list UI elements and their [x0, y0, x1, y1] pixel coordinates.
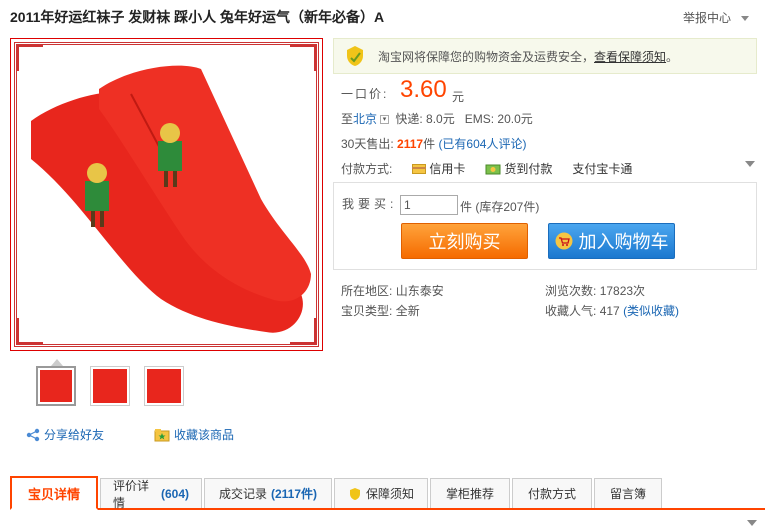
payment-option-alipay: 支付宝卡通 — [572, 160, 632, 177]
thumbnail-strip — [36, 366, 184, 406]
favorite-label: 收藏该商品 — [174, 428, 235, 442]
attr-label: 宝贝类型: — [341, 304, 393, 318]
price-label: 一口价: — [341, 87, 389, 101]
guarantee-tail: 。 — [666, 49, 679, 64]
payment-option-label: 货到付款 — [504, 162, 553, 176]
sold-unit: 件 — [423, 137, 436, 151]
thumbnail-2[interactable] — [90, 366, 130, 406]
buy-now-button[interactable]: 立刻购买 — [401, 223, 528, 259]
product-title: 2011年好运红袜子 发财袜 踩小人 兔年好运气（新年必备）A — [10, 9, 385, 25]
tab-label: 付款方式 — [527, 487, 576, 501]
tab-payment[interactable]: 付款方式 — [512, 478, 592, 508]
ems-fee: EMS: 20.0元 — [464, 112, 533, 126]
sock-thumb-image — [40, 370, 72, 402]
main-product-image[interactable] — [10, 38, 323, 351]
reviews-link[interactable]: (已有604人评论) — [438, 137, 526, 151]
report-label: 举报中心 — [682, 11, 731, 25]
tab-reviews[interactable]: 评价详情 (604) — [100, 478, 202, 510]
payment-option-cod: 货到付款 — [485, 160, 552, 177]
payment-option-credit: 信用卡 — [412, 160, 465, 177]
sock-thumb-image — [147, 369, 181, 403]
similar-fav-link[interactable]: (类似收藏) — [623, 304, 679, 318]
attr-value: 17823次 — [599, 284, 646, 298]
red-socks-image — [31, 65, 311, 333]
chevron-down-icon — [741, 16, 749, 22]
chevron-down-icon[interactable] — [747, 520, 757, 526]
price-value: 3.60 — [400, 76, 447, 103]
tab-label: 保障须知 — [365, 487, 414, 501]
region-attr: 所在地区: 山东泰安 — [341, 282, 444, 299]
folder-star-icon — [154, 428, 170, 441]
quantity-input[interactable] — [400, 195, 458, 215]
add-to-cart-button[interactable]: 加入购物车 — [548, 223, 675, 259]
chevron-down-icon[interactable] — [745, 161, 755, 167]
attr-label: 所在地区: — [341, 284, 393, 298]
tab-transactions[interactable]: 成交记录 (2117件) — [204, 478, 332, 508]
guarantee-text: 淘宝网将保障您的购物资金及运费安全， — [378, 49, 595, 64]
views-attr: 浏览次数: 17823次 — [545, 282, 645, 299]
guarantee-banner: 淘宝网将保障您的购物资金及运费安全，查看保障须知。 — [333, 38, 757, 74]
city-selector[interactable]: 北京 — [353, 112, 377, 126]
type-attr: 宝贝类型: 全新 — [341, 302, 420, 319]
sold-label: 30天售出: — [341, 137, 394, 151]
tab-item-details[interactable]: 宝贝详情 — [10, 476, 98, 510]
express-fee: 快递: 8.0元 — [395, 112, 455, 126]
credit-card-icon — [412, 163, 427, 174]
attr-value: 417 — [599, 304, 620, 318]
add-cart-label: 加入购物车 — [578, 232, 669, 252]
tab-label: 宝贝详情 — [27, 486, 80, 502]
guarantee-link[interactable]: 查看保障须知 — [594, 50, 666, 64]
payment-option-label: 支付宝卡通 — [572, 162, 633, 176]
attr-value: 山东泰安 — [395, 284, 444, 298]
share-link[interactable]: 分享给好友 — [26, 426, 104, 443]
fav-attr: 收藏人气: 417 (类似收藏) — [545, 302, 679, 319]
cod-icon — [485, 164, 501, 174]
favorite-link[interactable]: 收藏该商品 — [154, 426, 234, 443]
tab-label: 留言簿 — [609, 487, 646, 501]
city-dropdown-icon[interactable]: ▾ — [380, 115, 390, 125]
sold-row: 30天售出: 2117件 (已有604人评论) — [341, 135, 526, 152]
shield-hand-icon — [347, 46, 363, 66]
tab-count: (2117件) — [270, 487, 318, 501]
attr-value: 全新 — [395, 304, 420, 318]
thumbnail-1[interactable] — [36, 366, 76, 406]
payment-row: 付款方式: 信用卡 货到付款 支付宝卡通 — [341, 160, 646, 177]
tab-label: 掌柜推荐 — [445, 487, 494, 501]
shipping-row: 至北京 ▾ 快递: 8.0元 EMS: 20.0元 — [341, 110, 533, 127]
share-icon — [26, 428, 40, 441]
detail-tabs: 宝贝详情 评价详情 (604) 成交记录 (2117件) 保障须知 掌柜推荐 付款方… — [10, 476, 765, 510]
tab-recommend[interactable]: 掌柜推荐 — [430, 478, 510, 508]
ship-prefix: 至 — [341, 112, 354, 126]
report-center-menu[interactable]: 举报中心 — [683, 9, 749, 26]
tab-guarantee[interactable]: 保障须知 — [334, 478, 428, 508]
tab-count: (604) — [160, 486, 189, 501]
attr-label: 收藏人气: — [545, 304, 597, 318]
sock-thumb-image — [93, 369, 127, 403]
quantity-label: 我要买: — [342, 197, 398, 211]
tab-label: 评价详情 — [113, 478, 150, 510]
thumbnail-3[interactable] — [144, 366, 184, 406]
payment-option-label: 信用卡 — [429, 162, 466, 176]
stock-info: 件 (库存207件) — [460, 200, 540, 214]
share-label: 分享给好友 — [44, 428, 105, 442]
price-unit: 元 — [452, 90, 465, 104]
attr-label: 浏览次数: — [545, 284, 597, 298]
thumb-pointer — [51, 359, 63, 366]
payment-label: 付款方式: — [341, 162, 393, 176]
shield-icon — [349, 487, 360, 500]
tab-label: 成交记录 — [218, 487, 267, 501]
buy-box: 我要买: 件 (库存207件) 立刻购买 加入购物车 — [333, 182, 757, 270]
cart-icon — [555, 232, 572, 250]
sold-count: 2117 — [397, 137, 424, 151]
tab-guestbook[interactable]: 留言簿 — [594, 478, 662, 508]
